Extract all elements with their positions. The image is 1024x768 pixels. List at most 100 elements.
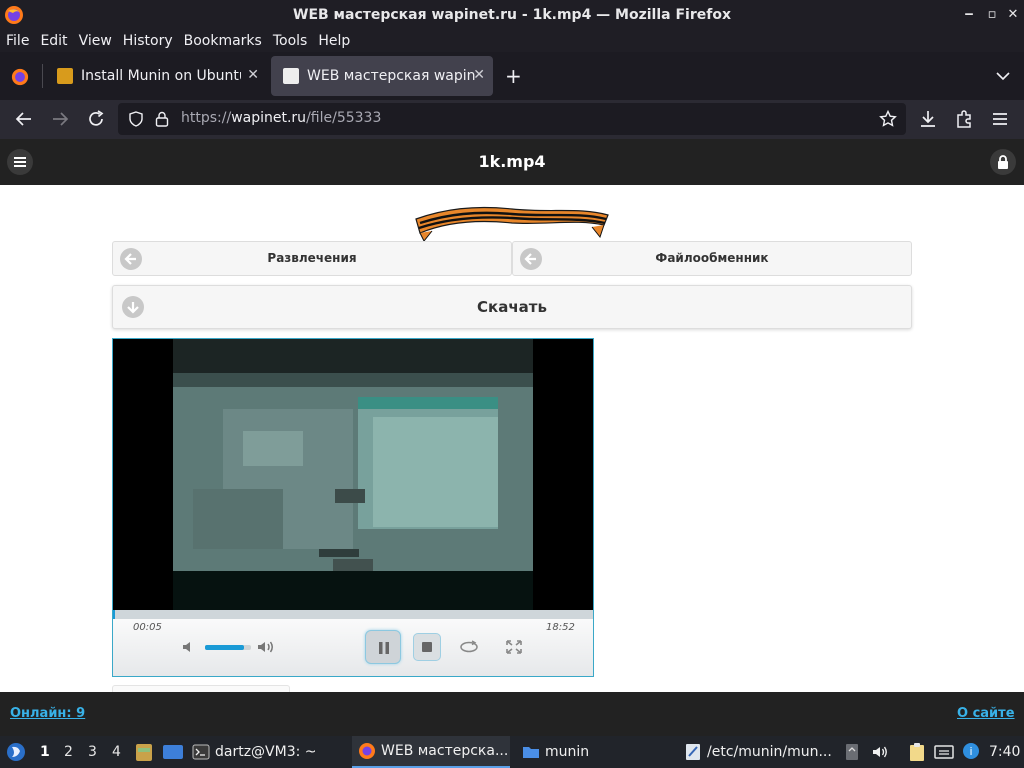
video-frame[interactable] <box>113 339 593 610</box>
menu-file[interactable]: File <box>6 33 29 49</box>
lock-icon <box>998 155 1008 169</box>
menu-view[interactable]: View <box>79 33 112 49</box>
download-label: Скачать <box>477 298 547 316</box>
tab-close-icon[interactable]: ✕ <box>473 67 485 83</box>
tab-close-icon[interactable]: ✕ <box>247 67 259 83</box>
url-domain: wapinet.ru <box>231 110 307 126</box>
tab-separator <box>42 64 43 88</box>
menu-tools[interactable]: Tools <box>273 33 308 49</box>
page-title: 1k.mp4 <box>478 152 546 171</box>
window-title: WEB мастерская wapinet.ru - 1k.mp4 — Moz… <box>293 7 731 23</box>
url-scheme: https:// <box>181 110 232 126</box>
site-header: 1k.mp4 <box>0 139 1024 185</box>
lock-icon[interactable] <box>154 110 170 128</box>
tab-favicon-icon <box>57 68 73 84</box>
taskbar-editor[interactable]: /etc/munin/mun... <box>680 736 840 768</box>
screen: WEB мастерская wapinet.ru - 1k.mp4 — Moz… <box>0 0 1024 768</box>
tab-munin[interactable]: Install Munin on Ubuntu 2 ✕ <box>45 56 267 96</box>
folder-icon <box>523 747 539 758</box>
volume-slider[interactable] <box>205 645 251 650</box>
online-count-link[interactable]: Онлайн: 9 <box>10 706 85 721</box>
current-time: 00:05 <box>133 622 162 633</box>
svg-text:i: i <box>969 745 972 758</box>
volume-tray-icon[interactable] <box>871 743 889 761</box>
loop-icon[interactable] <box>459 639 479 655</box>
desktop-taskbar: 1 2 3 4 dartz@VM3: ~ WEB мастерска... mu… <box>0 736 1024 768</box>
tab-title: Install Munin on Ubuntu 2 <box>81 68 241 84</box>
shield-icon[interactable] <box>128 111 144 127</box>
list-tabs-chevron-icon[interactable] <box>995 68 1011 84</box>
workspace-3[interactable]: 3 <box>88 744 97 760</box>
nav-button-file-exchange[interactable]: Файлообменник <box>512 241 912 276</box>
about-site-link[interactable]: О сайте <box>957 706 1015 721</box>
file-manager-launcher-icon[interactable] <box>135 742 153 762</box>
menu-help[interactable]: Help <box>318 33 350 49</box>
new-tab-icon[interactable]: + <box>505 66 522 86</box>
nav-button-label: Файлообменник <box>655 251 769 265</box>
workspace-1[interactable]: 1 <box>40 744 50 760</box>
tab-title: WEB мастерская wapinet.ru <box>307 68 475 84</box>
extensions-puzzle-icon[interactable] <box>953 108 975 130</box>
menu-bar: File Edit View History Bookmarks Tools H… <box>0 30 1024 52</box>
partial-panel <box>112 685 290 692</box>
app-menu-icon[interactable] <box>989 108 1011 130</box>
maximize-icon[interactable]: ▫ <box>983 6 1001 24</box>
start-menu-icon[interactable] <box>6 742 26 762</box>
menu-history[interactable]: History <box>123 33 173 49</box>
taskbar-terminal[interactable]: dartz@VM3: ~ <box>192 736 340 768</box>
clock: 7:40 <box>989 744 1021 760</box>
download-button[interactable]: Скачать <box>112 285 912 329</box>
volume-mute-icon[interactable] <box>181 639 197 655</box>
updates-tray-icon[interactable]: i <box>962 742 980 760</box>
taskbar-item-label: /etc/munin/mun... <box>707 744 832 760</box>
stop-button[interactable] <box>413 633 441 661</box>
tab-favicon-icon <box>283 68 299 84</box>
firefox-view-icon[interactable] <box>11 68 29 86</box>
arrow-down-icon <box>122 296 144 318</box>
taskbar-firefox[interactable]: WEB мастерска... <box>352 736 510 768</box>
url-bar[interactable]: https://wapinet.ru/file/55333 <box>118 103 906 135</box>
st-george-ribbon-icon <box>415 206 609 241</box>
tab-bar: Install Munin on Ubuntu 2 ✕ WEB мастерск… <box>0 52 1024 100</box>
site-lock-button[interactable] <box>990 149 1016 175</box>
volume-slider-fill <box>205 645 245 650</box>
taskbar-item-label: dartz@VM3: ~ <box>215 744 317 760</box>
menu-edit[interactable]: Edit <box>40 33 67 49</box>
seek-bar[interactable] <box>113 610 593 619</box>
close-window-icon[interactable]: ✕ <box>1004 6 1022 24</box>
text-editor-icon <box>686 744 700 760</box>
forward-icon[interactable] <box>49 108 71 130</box>
tab-wapinet[interactable]: WEB мастерская wapinet.ru ✕ <box>271 56 493 96</box>
clipboard-tray-icon[interactable] <box>908 742 926 762</box>
workspace-2[interactable]: 2 <box>64 744 73 760</box>
volume-max-icon[interactable] <box>256 638 276 656</box>
taskbar-item-label: munin <box>545 744 590 760</box>
nav-button-label: Развлечения <box>267 251 357 265</box>
navigation-bar: https://wapinet.ru/file/55333 <box>0 100 1024 139</box>
desktop-launcher-icon[interactable] <box>162 742 184 762</box>
nav-button-entertainment[interactable]: Развлечения <box>112 241 512 276</box>
tray-scroll-icon[interactable] <box>845 743 859 761</box>
player-controls: 00:05 18:52 <box>113 610 593 676</box>
downloads-icon[interactable] <box>917 108 939 130</box>
video-player[interactable]: 00:05 18:52 <box>112 338 594 677</box>
taskbar-munin-folder[interactable]: munin <box>518 736 668 768</box>
fullscreen-icon[interactable] <box>505 639 523 655</box>
video-frame-image <box>113 339 593 610</box>
workspace-4[interactable]: 4 <box>112 744 121 760</box>
duration: 18:52 <box>546 622 575 633</box>
menu-bookmarks[interactable]: Bookmarks <box>184 33 262 49</box>
firefox-icon <box>359 743 375 759</box>
arrow-left-icon <box>120 248 142 270</box>
pause-button[interactable] <box>365 630 401 664</box>
back-icon[interactable] <box>13 108 35 130</box>
site-footer: Онлайн: 9 О сайте <box>0 692 1024 736</box>
arrow-left-icon <box>520 248 542 270</box>
url-text[interactable]: https://wapinet.ru/file/55333 <box>181 110 381 126</box>
firefox-logo-icon[interactable] <box>4 5 24 25</box>
minimize-icon[interactable]: ‒ <box>960 6 978 24</box>
reload-icon[interactable] <box>85 108 107 130</box>
web-page: 1k.mp4 Развлечения Файлообменник Скачать… <box>0 139 1024 692</box>
network-tray-icon[interactable] <box>934 743 954 761</box>
bookmark-star-icon[interactable] <box>879 110 897 128</box>
